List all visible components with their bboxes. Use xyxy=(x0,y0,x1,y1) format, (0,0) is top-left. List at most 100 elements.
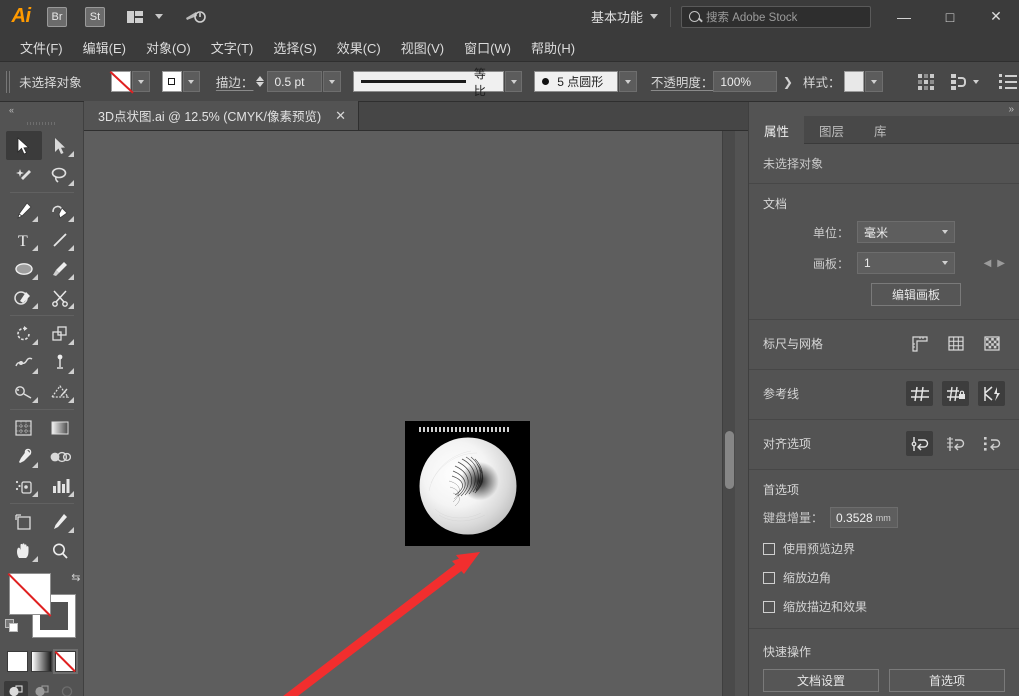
canvas-area[interactable] xyxy=(84,131,735,696)
slice-tool[interactable] xyxy=(42,507,78,536)
stroke-weight-dropdown[interactable] xyxy=(323,71,340,92)
free-transform-tool[interactable] xyxy=(6,377,42,406)
scale-corners-checkbox[interactable] xyxy=(763,572,775,584)
artboard-tool[interactable] xyxy=(6,507,42,536)
selection-tool[interactable] xyxy=(6,131,42,160)
tab-layers[interactable]: 图层 xyxy=(804,116,859,144)
smart-guides-icon[interactable] xyxy=(978,381,1005,406)
stroke-weight-field[interactable]: 0.5 pt xyxy=(267,71,322,92)
minimize-button[interactable]: — xyxy=(881,0,927,33)
workspace-switcher[interactable]: 基本功能 xyxy=(579,0,670,33)
keyboard-increment-field[interactable]: 0.3528 mm xyxy=(830,507,898,528)
shaper-tool[interactable] xyxy=(6,283,42,312)
close-icon[interactable]: ✕ xyxy=(335,109,346,122)
tools-panel-grip[interactable] xyxy=(27,118,57,128)
menu-object[interactable]: 对象(O) xyxy=(136,34,201,61)
artboard[interactable] xyxy=(405,421,530,546)
direct-selection-tool[interactable] xyxy=(42,131,78,160)
preview-bounds-checkbox[interactable] xyxy=(763,543,775,555)
brush-dropdown[interactable] xyxy=(619,71,636,92)
show-guides-icon[interactable] xyxy=(906,381,933,406)
preferences-button[interactable]: 首选项 xyxy=(889,669,1005,692)
scale-strokes-checkbox-row[interactable]: 缩放描边和效果 xyxy=(763,598,1005,615)
more-options-icon[interactable] xyxy=(997,69,1019,95)
opacity-more-button[interactable]: ❯ xyxy=(777,75,799,89)
draw-normal-button[interactable] xyxy=(4,681,28,696)
line-segment-tool[interactable] xyxy=(42,225,78,254)
tab-libraries[interactable]: 库 xyxy=(859,116,902,144)
snap-to-point-icon[interactable] xyxy=(906,431,933,456)
control-bar-grip[interactable] xyxy=(6,71,11,93)
scissors-tool[interactable] xyxy=(42,283,78,312)
paintbrush-tool[interactable] xyxy=(42,254,78,283)
show-transparency-grid-icon[interactable] xyxy=(978,331,1005,356)
align-dropdown-icon[interactable] xyxy=(969,69,983,95)
menu-help[interactable]: 帮助(H) xyxy=(521,34,585,61)
fill-dropdown[interactable] xyxy=(132,71,149,92)
symbol-sprayer-tool[interactable] xyxy=(6,471,42,500)
scale-tool[interactable] xyxy=(42,319,78,348)
fill-color-swatch[interactable] xyxy=(9,573,51,615)
ellipse-tool[interactable] xyxy=(6,254,42,283)
show-rulers-icon[interactable] xyxy=(906,331,933,356)
unit-select[interactable]: 毫米 xyxy=(857,221,955,243)
scale-corners-checkbox-row[interactable]: 缩放边角 xyxy=(763,569,1005,586)
tab-properties[interactable]: 属性 xyxy=(749,116,804,144)
default-fill-stroke-icon[interactable] xyxy=(5,619,14,637)
type-tool[interactable]: T xyxy=(6,225,42,254)
menu-type[interactable]: 文字(T) xyxy=(201,34,264,61)
stroke-weight-stepper[interactable] xyxy=(256,76,264,87)
zoom-tool[interactable] xyxy=(42,536,78,565)
panel-collapse-button[interactable]: » xyxy=(749,102,1019,116)
preview-bounds-checkbox-row[interactable]: 使用预览边界 xyxy=(763,540,1005,557)
opacity-field[interactable]: 100% xyxy=(713,71,777,92)
width-tool[interactable] xyxy=(6,348,42,377)
rotate-tool[interactable] xyxy=(6,319,42,348)
vertical-scrollbar[interactable] xyxy=(722,131,735,696)
lock-guides-icon[interactable] xyxy=(942,381,969,406)
prev-artboard-icon[interactable]: ◀ xyxy=(984,258,992,269)
show-grid-icon[interactable] xyxy=(942,331,969,356)
close-button[interactable]: ✕ xyxy=(973,0,1019,33)
menu-window[interactable]: 窗口(W) xyxy=(454,34,521,61)
arrange-dropdown-icon[interactable] xyxy=(150,0,168,33)
none-mode-button[interactable] xyxy=(55,651,76,672)
next-artboard-icon[interactable]: ▶ xyxy=(997,258,1005,269)
snap-to-grid-icon[interactable] xyxy=(942,431,969,456)
document-setup-button[interactable]: 文档设置 xyxy=(763,669,879,692)
column-graph-tool[interactable] xyxy=(42,471,78,500)
lasso-tool[interactable] xyxy=(42,160,78,189)
align-icon[interactable] xyxy=(947,69,969,95)
scrollbar-thumb[interactable] xyxy=(725,431,734,489)
bridge-icon[interactable]: Br xyxy=(42,0,72,33)
tools-collapse-button[interactable]: « xyxy=(0,102,83,118)
stock-icon[interactable]: St xyxy=(80,0,110,33)
puppet-warp-tool[interactable] xyxy=(42,348,78,377)
color-mode-button[interactable] xyxy=(7,651,28,672)
style-dropdown[interactable] xyxy=(865,71,882,92)
eyedropper-tool[interactable] xyxy=(6,442,42,471)
stroke-swatch[interactable] xyxy=(162,71,182,92)
menu-select[interactable]: 选择(S) xyxy=(263,34,326,61)
shape-builder-tool[interactable] xyxy=(42,377,78,406)
fill-swatch[interactable] xyxy=(111,71,131,92)
menu-view[interactable]: 视图(V) xyxy=(391,34,454,61)
document-tab[interactable]: 3D点状图.ai @ 12.5% (CMYK/像素预览) ✕ xyxy=(84,101,359,130)
scale-strokes-checkbox[interactable] xyxy=(763,601,775,613)
gradient-tool[interactable] xyxy=(42,413,78,442)
menu-effect[interactable]: 效果(C) xyxy=(327,34,391,61)
cloud-sync-icon[interactable] xyxy=(180,0,210,33)
curvature-tool[interactable] xyxy=(42,196,78,225)
hand-tool[interactable] xyxy=(6,536,42,565)
maximize-button[interactable]: □ xyxy=(927,0,973,33)
edit-artboard-button[interactable]: 编辑画板 xyxy=(871,283,961,306)
transform-icon[interactable] xyxy=(915,69,937,95)
magic-wand-tool[interactable] xyxy=(6,160,42,189)
stroke-dropdown[interactable] xyxy=(183,71,200,92)
brush-select[interactable]: 5 点圆形 xyxy=(534,71,618,92)
swap-fill-stroke-icon[interactable]: ⇆ xyxy=(71,571,80,584)
menu-file[interactable]: 文件(F) xyxy=(10,34,73,61)
mesh-tool[interactable] xyxy=(6,413,42,442)
arrange-documents-icon[interactable] xyxy=(120,0,150,33)
stock-search-input[interactable]: 搜索 Adobe Stock xyxy=(681,6,871,28)
